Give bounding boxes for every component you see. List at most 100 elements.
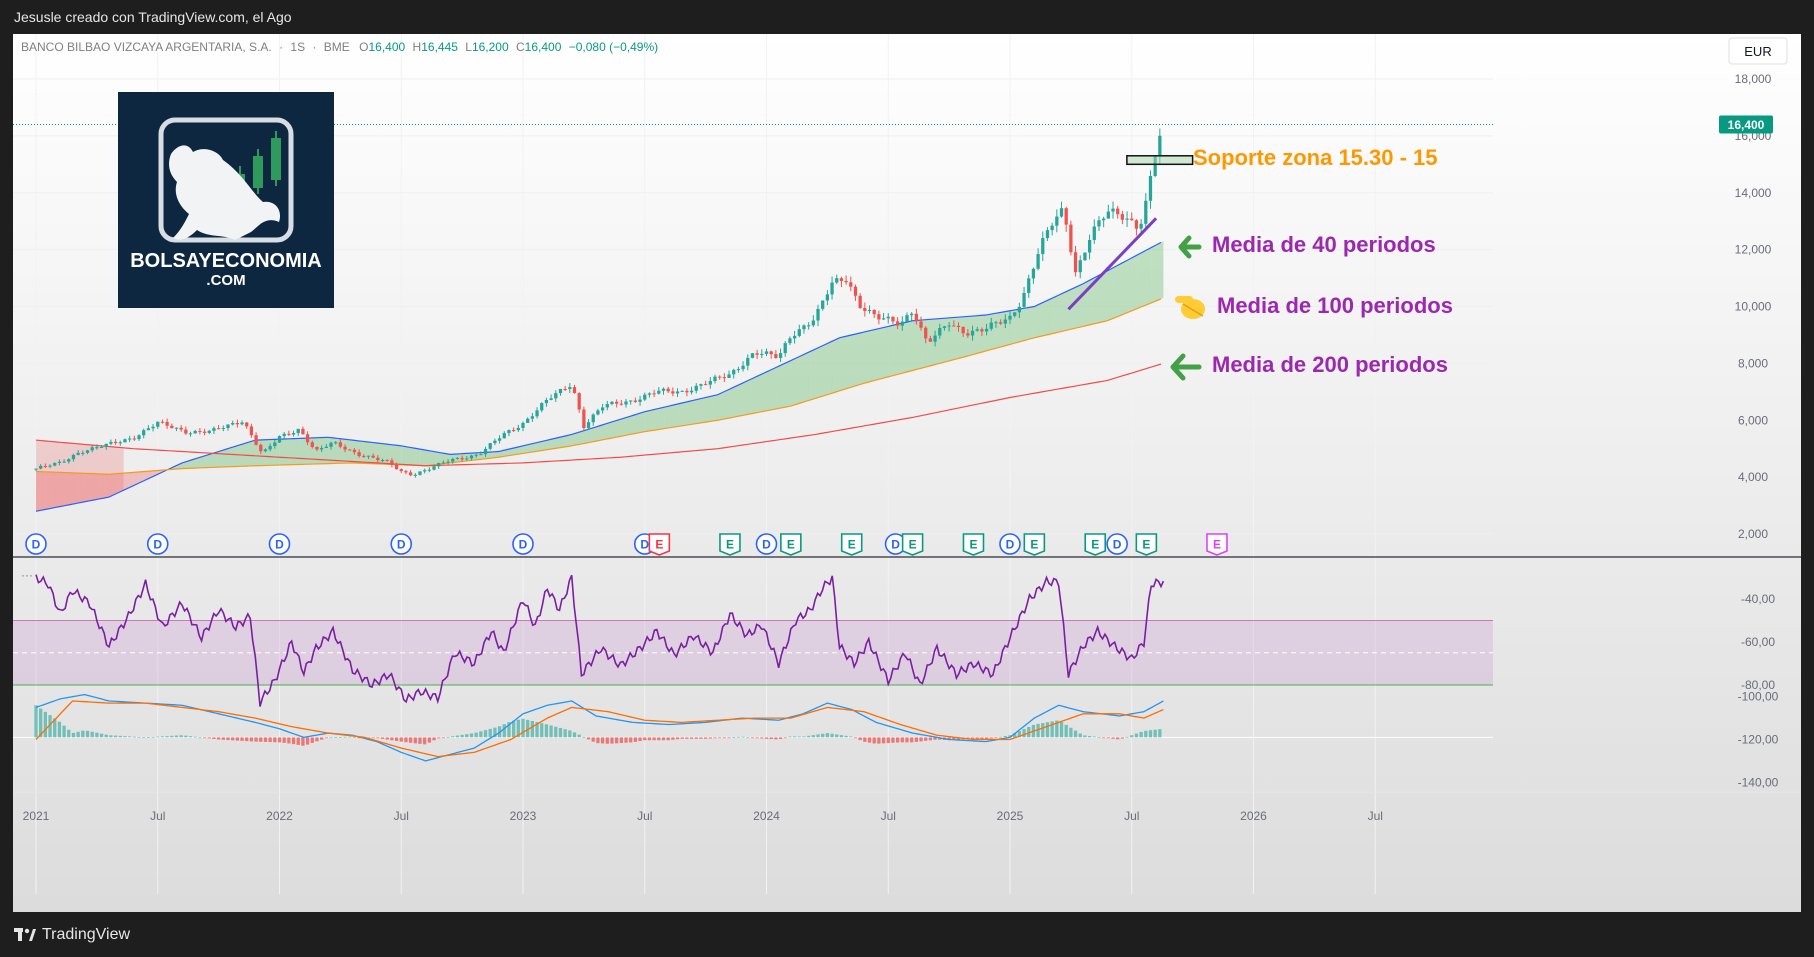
candle-body[interactable] [750,353,755,358]
candle-body[interactable] [1013,312,1017,316]
candle-body[interactable] [928,338,933,342]
candle-body[interactable] [797,329,801,336]
candle-body[interactable] [193,430,197,434]
candle-body[interactable] [774,354,778,358]
candle-body[interactable] [830,282,834,295]
candle-body[interactable] [769,351,773,355]
candle-body[interactable] [188,433,193,435]
candle-body[interactable] [633,400,638,402]
candle-body[interactable] [390,460,394,465]
candle-body[interactable] [277,436,282,443]
candle-body[interactable] [938,328,942,336]
candle-body[interactable] [858,295,862,308]
candle-body[interactable] [755,353,759,355]
candle-body[interactable] [689,390,694,393]
candle-body[interactable] [334,442,338,444]
candle-body[interactable] [423,470,427,472]
candle-body[interactable] [212,428,216,431]
candle-body[interactable] [900,321,904,326]
candle-body[interactable] [778,353,783,358]
candle-body[interactable] [816,308,820,321]
candle-body[interactable] [792,335,797,339]
candle-body[interactable] [465,458,469,460]
candle-body[interactable] [952,325,956,327]
candle-body[interactable] [67,459,71,462]
candle-body[interactable] [394,464,399,470]
candle-body[interactable] [404,471,408,473]
candle-body[interactable] [1017,306,1022,313]
candle-body[interactable] [942,326,947,329]
candle-body[interactable] [39,465,43,469]
candle-body[interactable] [685,390,689,393]
candle-body[interactable] [694,385,698,391]
candle-body[interactable] [507,430,511,434]
candle-body[interactable] [380,459,385,461]
candle-body[interactable] [811,320,815,326]
candle-body[interactable] [113,441,118,443]
candle-body[interactable] [1111,208,1115,212]
candle-body[interactable] [376,457,380,461]
candle-body[interactable] [165,421,169,426]
candle-body[interactable] [661,388,666,391]
currency-button[interactable]: EUR [1728,37,1788,65]
candle-body[interactable] [446,461,450,463]
candle-body[interactable] [605,404,609,408]
candle-body[interactable] [530,416,535,419]
candle-body[interactable] [170,425,174,429]
candle-body[interactable] [839,278,844,281]
candle-body[interactable] [1031,268,1036,279]
candle-body[interactable] [905,315,909,322]
candle-body[interactable] [221,427,225,429]
candle-body[interactable] [1092,226,1096,240]
candle-body[interactable] [1059,208,1064,217]
support-zone-box[interactable] [1126,155,1194,166]
candle-body[interactable] [216,428,221,430]
candle-body[interactable] [572,387,577,394]
candle-body[interactable] [488,443,492,449]
candle-body[interactable] [479,454,483,456]
candle-body[interactable] [989,322,993,329]
candle-body[interactable] [629,400,633,402]
candle-body[interactable] [451,458,455,462]
candle-body[interactable] [521,422,525,428]
candle-body[interactable] [123,439,127,443]
candle-body[interactable] [399,469,403,472]
candle-body[interactable] [371,455,375,458]
candle-body[interactable] [53,462,57,466]
candle-body[interactable] [146,428,151,431]
candle-body[interactable] [647,393,652,395]
candle-body[interactable] [853,286,858,296]
candle-body[interactable] [516,427,520,431]
candle-body[interactable] [48,465,52,467]
candle-body[interactable] [104,443,108,447]
candle-body[interactable] [511,430,516,432]
candle-body[interactable] [610,401,614,405]
candle-body[interactable] [1069,224,1073,253]
candle-body[interactable] [1036,254,1040,269]
candle-body[interactable] [703,384,708,386]
candle-body[interactable] [142,430,146,436]
candle-body[interactable] [493,440,497,444]
candle-body[interactable] [1134,220,1139,229]
candle-body[interactable] [558,388,563,394]
candle-body[interactable] [235,423,239,425]
candle-body[interactable] [118,442,122,444]
candle-body[interactable] [821,300,825,309]
candle-body[interactable] [1073,252,1078,273]
candle-body[interactable] [263,449,268,452]
candle-body[interactable] [844,280,848,283]
candle-body[interactable] [966,333,970,336]
candle-body[interactable] [81,452,85,454]
candle-body[interactable] [919,321,923,328]
candle-body[interactable] [432,466,436,470]
tradingview-brand[interactable]: TradingView [14,912,130,957]
candle-body[interactable] [273,442,277,447]
candle-body[interactable] [680,390,684,392]
candle-body[interactable] [554,393,558,399]
candle-body[interactable] [160,421,165,423]
candle-body[interactable] [198,430,202,432]
candle-body[interactable] [722,377,726,379]
candle-body[interactable] [338,442,343,447]
candle-body[interactable] [615,401,619,404]
candle-body[interactable] [713,376,717,382]
